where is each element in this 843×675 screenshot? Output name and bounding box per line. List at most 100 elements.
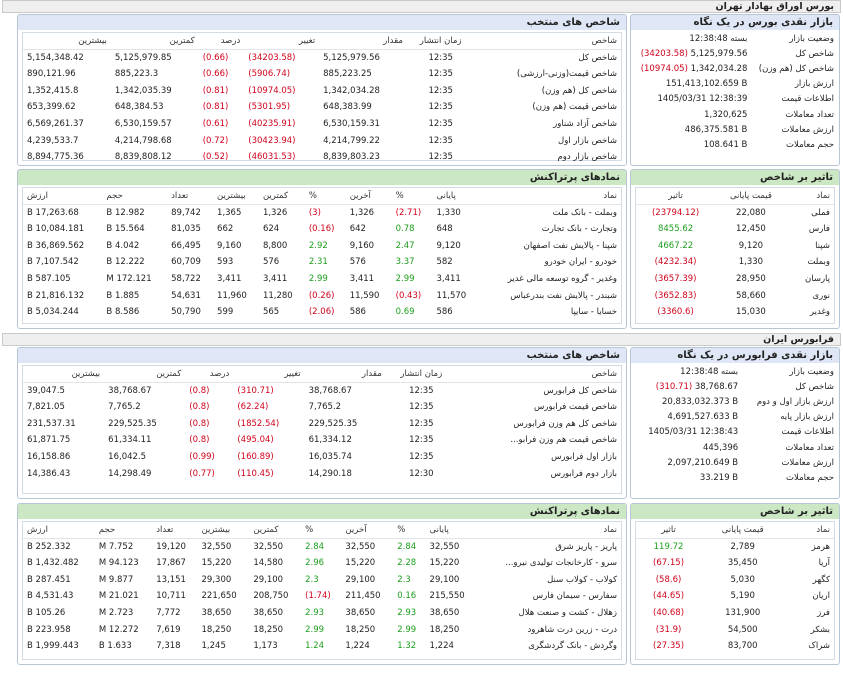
farabourse-trade-cell: 2.3	[397, 574, 411, 585]
bourse-index-row: شاخص آزاد شناور 12:35 6,530,159.31 (40235.9…	[23, 116, 621, 133]
bourse-market-label: حجم معاملات	[786, 139, 834, 150]
farabourse-trade-cell: 14,580	[253, 558, 284, 569]
farabourse-trade-cell: 1,432.482 B	[27, 558, 79, 569]
bourse-market-value: 1,320,625	[631, 107, 751, 122]
bourse-index-cell: شاخص بازار دوم	[557, 152, 617, 163]
farabourse-trade-cell: 17,867	[156, 558, 186, 569]
bourse-index-inner: شاخص زمان انتشار مقدار تغییر درصد کمترین بیشتر…	[22, 32, 622, 162]
bourse-trade-col-header: ارزش	[23, 188, 103, 205]
bourse-trade-cell: شپنا - پالایش نفت اصفهان	[523, 240, 617, 251]
bourse-impact-cell: 12,450	[736, 224, 766, 235]
bourse-trade-cell: 66,495	[171, 240, 201, 251]
farabourse-impact-panel: تاثیر بر شاخص نماد قیمت پایانی تاثیر هرمز 2…	[630, 503, 840, 665]
farabourse-trade-cell: 2.3	[305, 574, 319, 585]
farabourse-trade-cell: 38,650	[253, 608, 284, 619]
farabourse-impact-cell: (44.65)	[653, 591, 685, 602]
bourse-market-title: بازار نقدی بورس در یک نگاه	[631, 15, 839, 30]
farabourse-trade-cell: درت - زرین درت شاهرود	[527, 624, 617, 635]
farabourse-index-cell: 12:35	[409, 418, 434, 429]
farabourse-index-row: بازار دوم فرابورس 12:30 14,290.18 (110.45) (…	[23, 465, 621, 482]
bourse-trade-cell: 3.37	[395, 257, 415, 268]
farabourse-index-cell: 16,042.5	[108, 452, 147, 463]
farabourse-impact-cell: اریان	[812, 591, 830, 602]
farabourse-market-label: ارزش بازار اول و دوم	[756, 396, 834, 407]
bourse-trade-cell: (0.43)	[395, 290, 422, 301]
farabourse-trade-cell: 1,224	[429, 641, 454, 652]
farabourse-trade-cell: 21.021 M	[98, 591, 139, 602]
farabourse-market-label: وضعیت بازار	[789, 366, 834, 377]
bourse-index-cell: (0.66)	[202, 52, 229, 63]
bourse-market-label: تعداد معاملات	[785, 109, 834, 120]
farabourse-trade-cell: 1,999.443 B	[27, 641, 79, 652]
farabourse-trade-cell: 15,220	[345, 558, 376, 569]
bourse-trade-cell: 8.586 B	[106, 307, 140, 318]
bourse-market-label: شاخص کل (هم وزن)	[758, 63, 834, 74]
farabourse-impact-row: بشکر 54,500 (31.9)	[636, 621, 834, 638]
farabourse-impact-inner: نماد قیمت پایانی تاثیر هرمز 2,789 119.72 آریا…	[635, 521, 835, 660]
farabourse-index-title: شاخص های منتخب	[18, 348, 626, 363]
bourse-trade-cell: 17,263.68 B	[27, 207, 79, 218]
bourse-market-row: شاخص کل (34203.58) 5,125,979.56	[631, 46, 839, 61]
bourse-impact-cell: 28,950	[736, 274, 766, 285]
farabourse-index-cell: (0.77)	[189, 468, 215, 479]
bourse-index-cell: شاخص قیمت(وزنی-ارزشی)	[516, 69, 617, 80]
farabourse-market-number: 4,691,527.633 B	[667, 412, 739, 423]
bourse-trade-cell: 1,330	[436, 207, 461, 218]
bourse-index-cell: 1,342,035.39	[114, 85, 172, 96]
bourse-trade-row: شبندر - پالایش نفت بندرعباس 11,570 (0.43) 1…	[23, 287, 621, 304]
bourse-index-cell: (5906.74)	[248, 69, 291, 80]
farabourse-trade-table: نماد پایانی% آخرین% کمترین بیشترین تعداد حجم ار…	[23, 522, 621, 655]
farabourse-market-value: 4,691,527.633 B	[631, 410, 742, 425]
bourse-index-cell: 12:35	[428, 102, 453, 113]
bourse-trade-cell: 2.31	[308, 257, 328, 268]
farabourse-trade-row: زهلال - کشت و صنعت هلال 38,650 2.93 38,650 2…	[23, 605, 621, 622]
farabourse-trade-cell: 32,550	[429, 541, 460, 552]
bourse-trade-cell: 565	[262, 307, 280, 318]
farabourse-index-cell: (160.89)	[237, 452, 274, 463]
bourse-trade-col-header: حجم	[102, 188, 168, 205]
bourse-index-cell: (0.66)	[202, 69, 229, 80]
farabourse-impact-cell: 54,500	[727, 624, 758, 635]
bourse-index-cell: شاخص کل (هم وزن)	[541, 85, 617, 96]
bourse-trade-cell: 10,084.181 B	[27, 224, 85, 235]
bourse-index-col-header: کمترین	[110, 33, 199, 50]
bourse-index-row: شاخص کل 12:35 5,125,979.56 (34203.58) (0.66)…	[23, 49, 621, 66]
farabourse-market-title: بازار نقدی فرابورس در یک نگاه	[631, 348, 839, 363]
bourse-index-cell: شاخص کل	[578, 52, 617, 63]
bourse-impact-row: وغدیر 15,030 (3360.6)	[636, 304, 834, 321]
farabourse-trade-cell: کولاب - کولاب سنل	[547, 574, 617, 585]
bourse-index-cell: 12:35	[428, 135, 453, 146]
bourse-trade-cell: (2.06)	[308, 307, 335, 318]
farabourse-trade-cell: 10,711	[156, 591, 186, 602]
bourse-market-value: بسته 12:38:48	[631, 31, 751, 46]
bourse-trade-cell: 662	[217, 224, 234, 235]
bourse-index-row: شاخص قیمت (هم وزن) 12:35 648,383.99 (5301.9…	[23, 99, 621, 116]
bourse-trade-row: وبملت - بانک ملت 1,330 (2.71) 1,326 (3) 1,326…	[23, 204, 621, 221]
bourse-index-row: شاخص بازار اول 12:35 4,214,799.22 (30423.94…	[23, 132, 621, 149]
farabourse-impact-cell: آریا	[818, 558, 830, 569]
farabourse-impact-cell: 119.72	[653, 541, 684, 552]
bourse-trade-col-header: %	[391, 188, 433, 205]
bourse-index-cell: 8,839,803.23	[323, 152, 380, 163]
bourse-index-row: شاخص قیمت(وزنی-ارزشی) 12:35 885,223.25 (590…	[23, 66, 621, 83]
bourse-trade-cell: 58,722	[171, 274, 201, 285]
bourse-trade-cell: 3,411	[349, 274, 375, 285]
bourse-index-cell: شاخص آزاد شناور	[553, 119, 617, 130]
bourse-market-label: اطلاعات قیمت	[781, 94, 834, 105]
farabourse-trade-cell: 38,650	[201, 608, 232, 619]
bourse-index-cell: 4,239,533.7	[27, 135, 79, 146]
bourse-impact-row: شپنا 9,120 4667.22	[636, 237, 834, 254]
farabourse-trade-cell: 2.84	[397, 541, 417, 552]
farabourse-market-label: ارزش معاملات	[781, 457, 834, 468]
farabourse-trade-cell: (1.74)	[305, 591, 331, 602]
farabourse-trade-cell: 208,750	[253, 591, 289, 602]
farabourse-trade-cell: 2.99	[305, 624, 325, 635]
bourse-index-col-header: زمان انتشار	[406, 33, 475, 50]
bourse-market-label: وضعیت بازار	[789, 33, 834, 44]
bourse-trade-cell: 89,742	[171, 207, 201, 218]
bourse-index-cell: 5,154,348.42	[27, 52, 84, 63]
bourse-index-cell: 12:35	[428, 152, 453, 163]
bourse-trade-inner: نماد پایانی% آخرین% کمترین بیشترین تعداد حجم ار…	[22, 187, 622, 324]
farabourse-trade-cell: پاریز - پاریز شرق	[555, 541, 617, 552]
bourse-trade-cell: 36,869.562 B	[27, 240, 85, 251]
